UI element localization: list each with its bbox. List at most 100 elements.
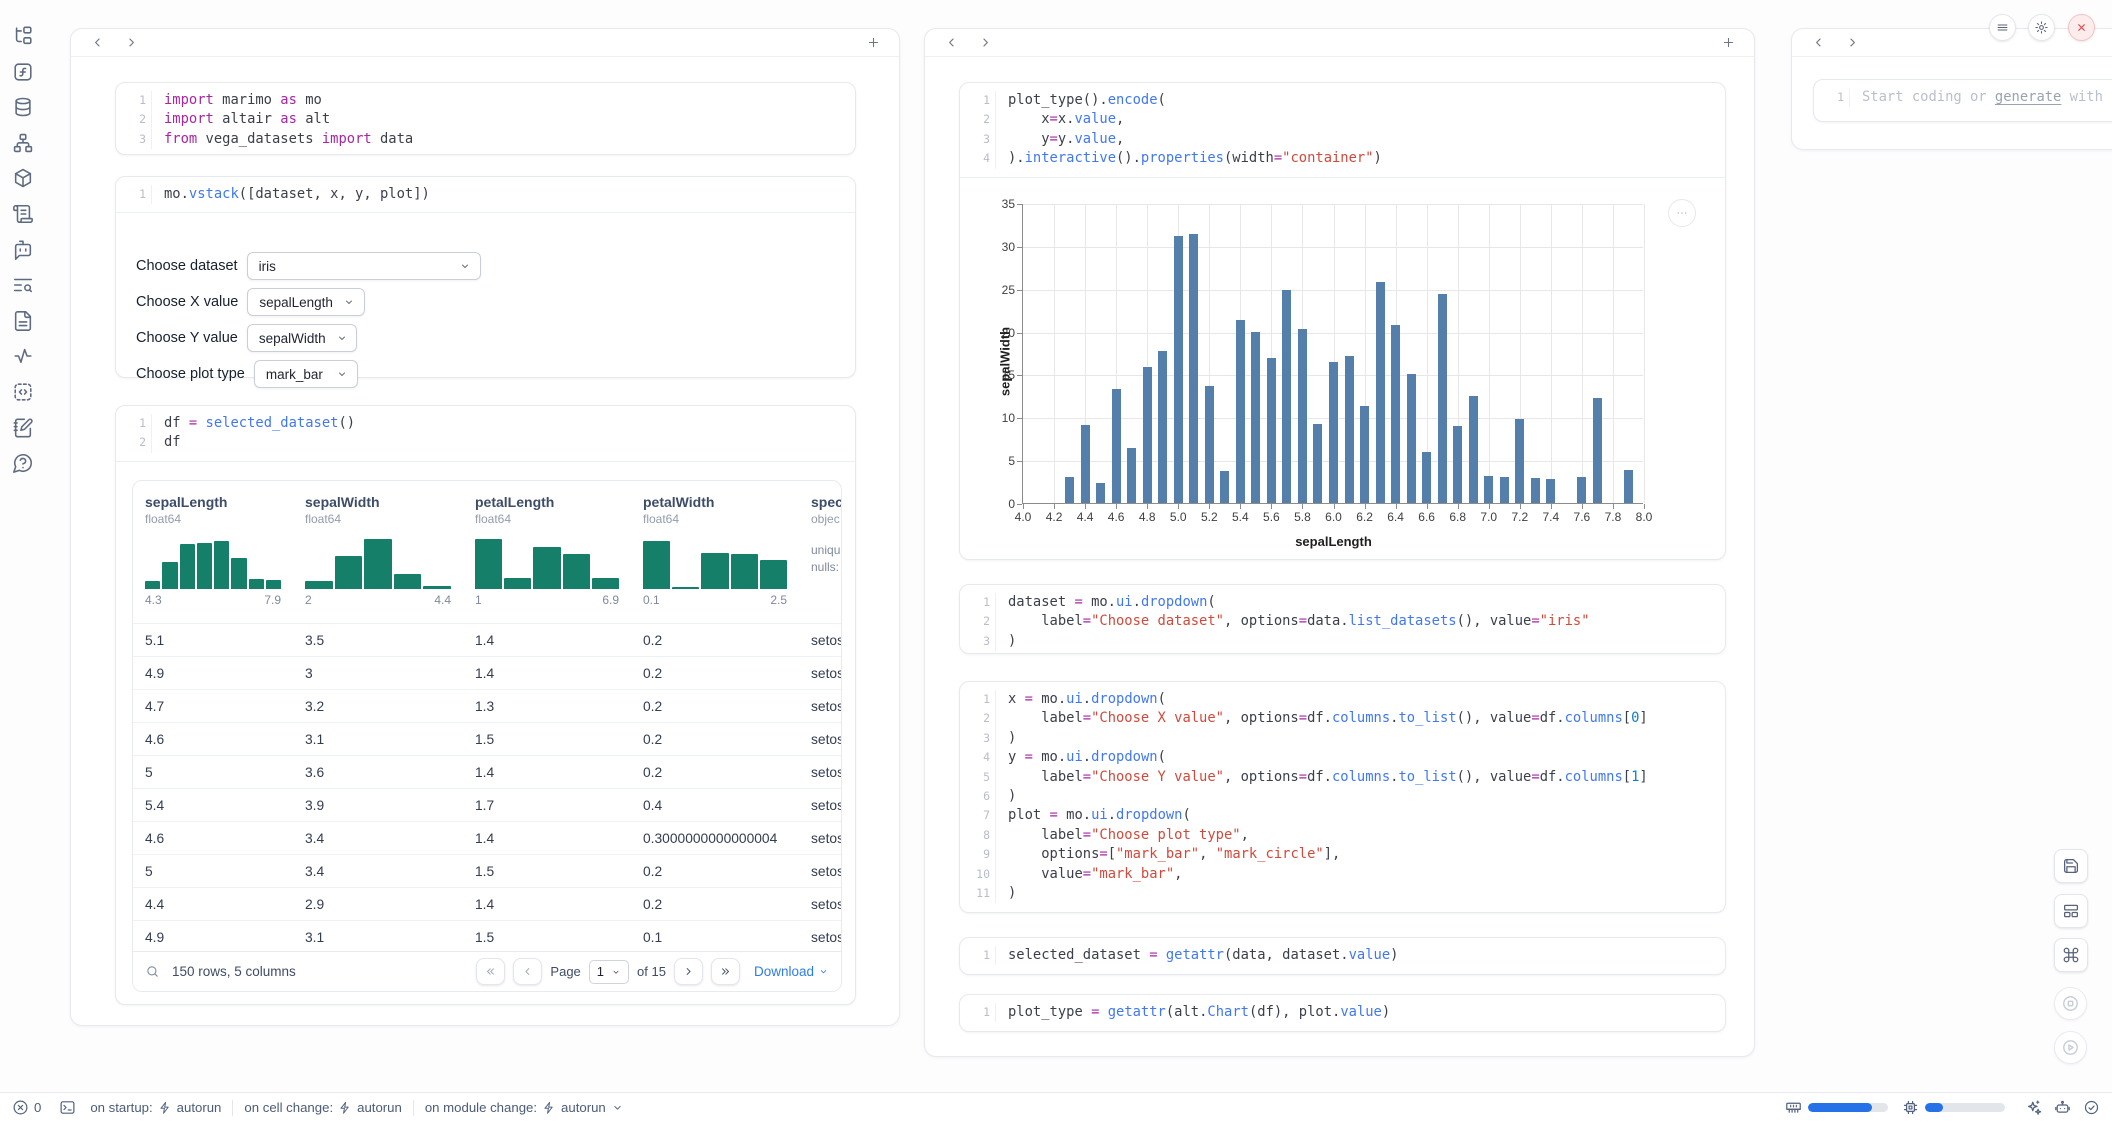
code-editor[interactable]: 1import marimo as mo2import altair as al… bbox=[116, 83, 855, 157]
chart-bar bbox=[1313, 424, 1322, 503]
next-page-button[interactable] bbox=[674, 958, 703, 985]
table-row[interactable]: 53.41.50.2setos bbox=[133, 854, 841, 887]
table-row[interactable]: 53.61.40.2setos bbox=[133, 755, 841, 788]
dataset-dropdown-cell[interactable]: 1dataset = mo.ui.dropdown(2 label="Choos… bbox=[959, 584, 1726, 654]
token: alt bbox=[297, 111, 330, 127]
column-prev-button[interactable] bbox=[941, 33, 961, 53]
code-editor[interactable]: 1plot_type = getattr(alt.Chart(df), plot… bbox=[960, 995, 1725, 1030]
table-row[interactable]: 4.42.91.40.2setos bbox=[133, 887, 841, 920]
dropdown-select-sepalLength[interactable]: sepalLength bbox=[247, 288, 365, 316]
stop-button[interactable] bbox=[2054, 987, 2087, 1020]
selected-dataset-cell[interactable]: 1selected_dataset = getattr(data, datase… bbox=[959, 937, 1726, 975]
health-check-button[interactable] bbox=[2083, 1099, 2100, 1116]
table-row[interactable]: 4.63.41.40.3000000000000004setos bbox=[133, 821, 841, 854]
last-page-button[interactable] bbox=[711, 958, 740, 985]
x-axis-tick bbox=[1147, 504, 1148, 509]
download-link[interactable]: Download bbox=[754, 964, 829, 979]
column-prev-button[interactable] bbox=[87, 33, 107, 53]
cpu-icon bbox=[1902, 1099, 1919, 1116]
chatbot-button[interactable] bbox=[2054, 1099, 2071, 1116]
dropdown-select-mark_bar[interactable]: mark_bar bbox=[254, 360, 358, 388]
dataframe-cell[interactable]: 1df = selected_dataset()2dfsepalLengthfl… bbox=[115, 405, 856, 1005]
token: ) bbox=[1390, 947, 1398, 963]
xy-dropdown-cell[interactable]: 1x = mo.ui.dropdown(2 label="Choose X va… bbox=[959, 681, 1726, 913]
token: df. bbox=[1540, 769, 1565, 785]
first-page-button[interactable] bbox=[476, 958, 505, 985]
chart-menu-button[interactable] bbox=[1668, 199, 1696, 227]
sidebar-file-tree-icon[interactable] bbox=[12, 25, 34, 47]
vstack-cell[interactable]: 1mo.vstack([dataset, x, y, plot])Choose … bbox=[115, 176, 856, 378]
autorun-config-1[interactable]: on cell change:autorun bbox=[244, 1100, 401, 1115]
add-cell-button[interactable] bbox=[1718, 33, 1738, 53]
sidebar-search-list-icon[interactable] bbox=[12, 274, 34, 296]
token: encode bbox=[1108, 92, 1158, 108]
code-editor[interactable]: 1plot_type().encode(2 x=x.value,3 y=y.va… bbox=[960, 83, 1725, 177]
settings-button[interactable] bbox=[2028, 14, 2055, 41]
token: mo. bbox=[1033, 749, 1066, 765]
column-prev-button[interactable] bbox=[1808, 33, 1828, 53]
layout-button[interactable] bbox=[2054, 894, 2088, 928]
ai-assistant-button[interactable] bbox=[2025, 1099, 2042, 1116]
sidebar-chat-bot-icon[interactable] bbox=[12, 239, 34, 261]
autorun-config-2[interactable]: on module change:autorun bbox=[425, 1100, 624, 1115]
table-row[interactable]: 4.73.21.30.2setos bbox=[133, 689, 841, 722]
chart-cell[interactable]: 1plot_type().encode(2 x=x.value,3 y=y.va… bbox=[959, 82, 1726, 560]
command-palette-button[interactable] bbox=[2054, 938, 2088, 972]
prev-page-button[interactable] bbox=[513, 958, 542, 985]
dropdown-select-iris[interactable]: iris bbox=[247, 252, 481, 280]
column-next-button[interactable] bbox=[121, 33, 141, 53]
code-editor[interactable]: 1x = mo.ui.dropdown(2 label="Choose X va… bbox=[960, 682, 1725, 911]
dropdown-select-sepalWidth[interactable]: sepalWidth bbox=[247, 324, 357, 352]
token: "iris" bbox=[1540, 613, 1590, 629]
table-row[interactable]: 4.93.11.50.1setos bbox=[133, 920, 841, 953]
error-count-badge[interactable]: 0 bbox=[12, 1099, 41, 1116]
code-editor[interactable]: 1dataset = mo.ui.dropdown(2 label="Choos… bbox=[960, 585, 1725, 659]
sidebar-code-block-icon[interactable] bbox=[12, 381, 34, 403]
save-button[interactable] bbox=[2054, 849, 2088, 883]
table-row[interactable]: 4.63.11.50.2setos bbox=[133, 722, 841, 755]
table-row[interactable]: 5.13.51.40.2setos bbox=[133, 623, 841, 656]
notebook-menu-button[interactable] bbox=[1989, 14, 2016, 41]
table-cell: 4.9 bbox=[133, 930, 293, 945]
close-button[interactable] bbox=[2068, 14, 2095, 41]
empty-code-cell[interactable]: 1Start coding or generate with bbox=[1813, 79, 2112, 122]
column-next-button[interactable] bbox=[1842, 33, 1862, 53]
page-select[interactable]: 1 bbox=[589, 960, 629, 984]
token: to_list bbox=[1398, 769, 1456, 785]
stat-line: uniqu bbox=[811, 542, 842, 559]
token: columns bbox=[1565, 769, 1623, 785]
sidebar-function-icon[interactable] bbox=[12, 61, 34, 83]
sidebar-activity-icon[interactable] bbox=[12, 345, 34, 367]
generate-link[interactable]: generate bbox=[1995, 89, 2061, 105]
run-button[interactable] bbox=[2054, 1031, 2087, 1064]
token: (width bbox=[1224, 150, 1274, 166]
config-label: on cell change: bbox=[244, 1100, 333, 1115]
terminal-button[interactable] bbox=[59, 1099, 76, 1116]
y-axis-tick bbox=[1017, 333, 1022, 334]
sidebar-package-icon[interactable] bbox=[12, 167, 34, 189]
chart-bar bbox=[1345, 356, 1354, 503]
code-editor[interactable]: 1mo.vstack([dataset, x, y, plot]) bbox=[116, 177, 855, 212]
sidebar-document-icon[interactable] bbox=[12, 310, 34, 332]
code-editor[interactable]: 1selected_dataset = getattr(data, datase… bbox=[960, 938, 1725, 973]
table-cell: 0.2 bbox=[631, 897, 799, 912]
chevron-left-icon bbox=[90, 35, 105, 50]
plot-type-cell[interactable]: 1plot_type = getattr(alt.Chart(df), plot… bbox=[959, 994, 1726, 1032]
add-cell-button[interactable] bbox=[863, 33, 883, 53]
token: getattr bbox=[1108, 1004, 1166, 1020]
table-row[interactable]: 4.931.40.2setos bbox=[133, 656, 841, 689]
sidebar-help-icon[interactable] bbox=[12, 452, 34, 474]
token: options bbox=[1008, 846, 1099, 862]
chart-plot-area[interactable]: 4.04.24.44.64.85.05.25.45.65.86.06.26.46… bbox=[1022, 204, 1643, 504]
imports-cell[interactable]: 1import marimo as mo2import altair as al… bbox=[115, 82, 856, 155]
table-row[interactable]: 5.43.91.70.4setos bbox=[133, 788, 841, 821]
sidebar-database-icon[interactable] bbox=[12, 96, 34, 118]
sidebar-notebook-edit-icon[interactable] bbox=[12, 417, 34, 439]
code-editor[interactable]: 1df = selected_dataset()2df bbox=[116, 406, 855, 461]
sidebar-script-log-icon[interactable] bbox=[12, 203, 34, 225]
autorun-config-0[interactable]: on startup:autorun bbox=[90, 1100, 221, 1115]
token: = bbox=[1299, 769, 1307, 785]
code-editor[interactable]: 1Start coding or generate with bbox=[1814, 80, 2112, 115]
sidebar-dependency-graph-icon[interactable] bbox=[12, 132, 34, 154]
column-next-button[interactable] bbox=[975, 33, 995, 53]
